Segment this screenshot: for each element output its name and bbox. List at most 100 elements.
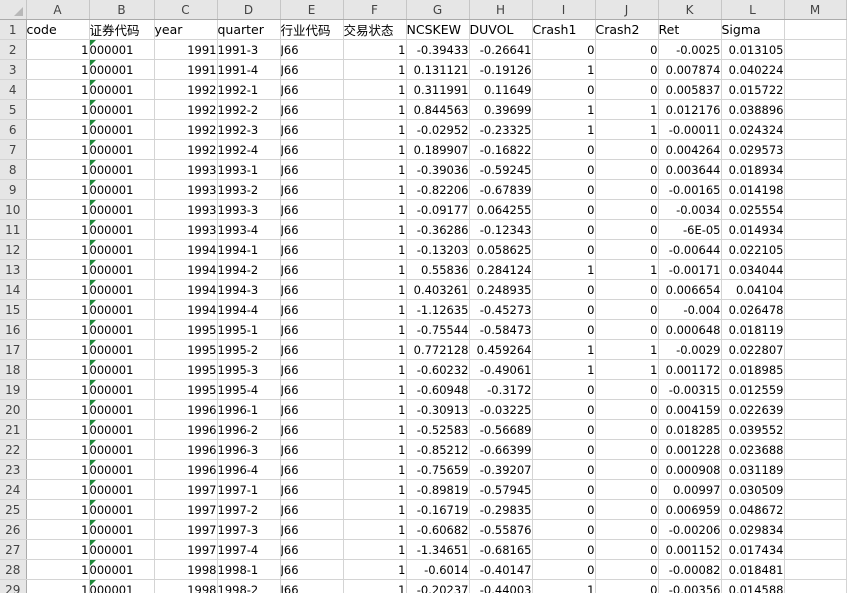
column-header-d[interactable]: D (217, 0, 281, 20)
cell[interactable]: J66 (280, 319, 344, 340)
cell[interactable]: 0 (532, 539, 596, 560)
cell[interactable]: 1994-4 (217, 299, 281, 320)
cell[interactable]: 1991 (154, 39, 218, 60)
cell[interactable]: 0.459264 (469, 339, 533, 360)
cell[interactable]: -0.3172 (469, 379, 533, 400)
cell[interactable]: 1995 (154, 359, 218, 380)
cell[interactable]: 0.017434 (721, 539, 785, 560)
header-cell[interactable]: 证券代码 (89, 19, 155, 40)
cell[interactable]: 1 (26, 139, 90, 160)
cell[interactable]: 0 (595, 399, 659, 420)
cell[interactable]: 1 (532, 119, 596, 140)
cell[interactable]: 000001 (89, 179, 155, 200)
cell[interactable]: 1 (26, 319, 90, 340)
row-header[interactable]: 15 (0, 299, 27, 320)
cell[interactable]: -0.19126 (469, 59, 533, 80)
cell[interactable]: -0.00644 (658, 239, 722, 260)
cell[interactable]: 1992 (154, 99, 218, 120)
cell[interactable]: 1 (26, 219, 90, 240)
column-header-f[interactable]: F (343, 0, 407, 20)
cell[interactable]: -0.58473 (469, 319, 533, 340)
cell[interactable]: 1 (343, 259, 407, 280)
cell[interactable]: 0 (595, 39, 659, 60)
cell[interactable]: 0.003644 (658, 159, 722, 180)
cell[interactable]: 0.024324 (721, 119, 785, 140)
cell[interactable]: 0.000648 (658, 319, 722, 340)
cell[interactable]: -0.0025 (658, 39, 722, 60)
cell[interactable]: 0.04104 (721, 279, 785, 300)
cell[interactable]: 1997 (154, 539, 218, 560)
cell[interactable]: J66 (280, 239, 344, 260)
header-cell[interactable]: code (26, 19, 90, 40)
cell[interactable]: J66 (280, 419, 344, 440)
cell[interactable]: J66 (280, 479, 344, 500)
cell[interactable]: 1993 (154, 179, 218, 200)
cell[interactable] (784, 39, 847, 60)
cell[interactable]: 1 (343, 239, 407, 260)
cell[interactable]: 0 (532, 519, 596, 540)
header-cell[interactable]: Crash2 (595, 19, 659, 40)
cell[interactable]: J66 (280, 439, 344, 460)
cell[interactable] (784, 79, 847, 100)
cell[interactable]: -0.13203 (406, 239, 470, 260)
row-header[interactable]: 18 (0, 359, 27, 380)
cell[interactable]: 000001 (89, 499, 155, 520)
cell[interactable]: 1994 (154, 239, 218, 260)
cell[interactable]: 1996-2 (217, 419, 281, 440)
cell[interactable] (784, 479, 847, 500)
cell[interactable]: J66 (280, 379, 344, 400)
header-cell[interactable]: NCSKEW (406, 19, 470, 40)
cell[interactable]: -0.67839 (469, 179, 533, 200)
cell[interactable]: 1 (343, 119, 407, 140)
cell[interactable]: -0.03225 (469, 399, 533, 420)
cell[interactable]: 1992-1 (217, 79, 281, 100)
cell[interactable]: J66 (280, 559, 344, 580)
cell[interactable]: 1 (595, 359, 659, 380)
cell[interactable]: 0.11649 (469, 79, 533, 100)
cell[interactable]: 1 (343, 359, 407, 380)
cell[interactable] (784, 559, 847, 580)
cell[interactable] (784, 439, 847, 460)
cell[interactable]: 0.018119 (721, 319, 785, 340)
cell[interactable]: 0 (595, 579, 659, 593)
cell[interactable]: -0.40147 (469, 559, 533, 580)
cell[interactable] (784, 399, 847, 420)
cell[interactable]: J66 (280, 219, 344, 240)
cell[interactable]: J66 (280, 299, 344, 320)
cell[interactable]: 1995-2 (217, 339, 281, 360)
cell[interactable]: 1 (532, 259, 596, 280)
cell[interactable]: 0 (532, 499, 596, 520)
cell[interactable]: 0 (532, 179, 596, 200)
cell[interactable]: -0.89819 (406, 479, 470, 500)
cell[interactable]: 1996 (154, 439, 218, 460)
cell[interactable]: 0.023688 (721, 439, 785, 460)
cell[interactable]: 1 (532, 359, 596, 380)
cell[interactable]: 000001 (89, 79, 155, 100)
cell[interactable]: 000001 (89, 419, 155, 440)
row-header[interactable]: 10 (0, 199, 27, 220)
cell[interactable]: 1 (26, 479, 90, 500)
cell[interactable]: 1 (26, 239, 90, 260)
cell[interactable]: -0.52583 (406, 419, 470, 440)
row-header[interactable]: 5 (0, 99, 27, 120)
cell[interactable]: -0.60232 (406, 359, 470, 380)
cell[interactable]: 0.014934 (721, 219, 785, 240)
cell[interactable]: 000001 (89, 539, 155, 560)
cell[interactable]: 1996 (154, 459, 218, 480)
cell[interactable]: 000001 (89, 459, 155, 480)
cell[interactable]: 0.026478 (721, 299, 785, 320)
cell[interactable]: 0.025554 (721, 199, 785, 220)
cell[interactable]: 0.012176 (658, 99, 722, 120)
cell[interactable]: 000001 (89, 359, 155, 380)
cell[interactable]: 1 (26, 299, 90, 320)
cell[interactable]: 0 (532, 79, 596, 100)
cell[interactable]: 1998-1 (217, 559, 281, 580)
cell[interactable]: 1 (26, 199, 90, 220)
cell[interactable]: J66 (280, 539, 344, 560)
cell[interactable]: 0.030509 (721, 479, 785, 500)
cell[interactable]: -6E-05 (658, 219, 722, 240)
cell[interactable]: 0.013105 (721, 39, 785, 60)
cell[interactable]: -0.60948 (406, 379, 470, 400)
cell[interactable]: 0.022105 (721, 239, 785, 260)
row-header[interactable]: 24 (0, 479, 27, 500)
